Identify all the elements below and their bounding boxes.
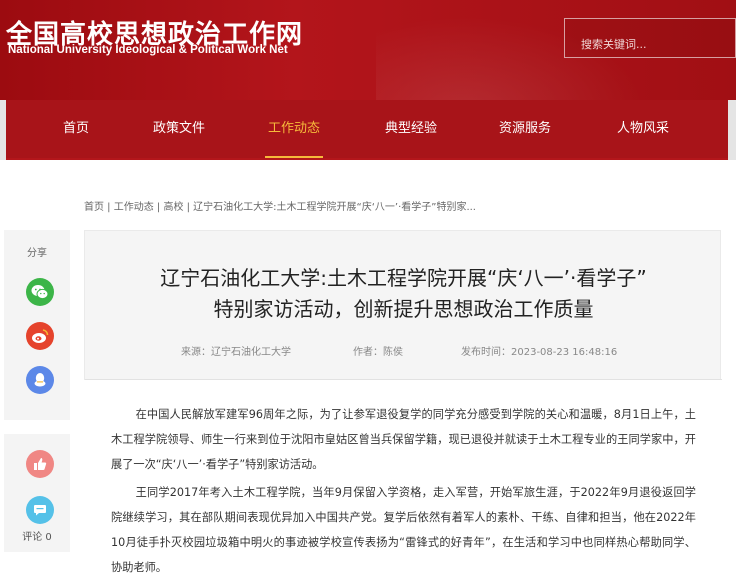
search-input[interactable] (564, 18, 736, 58)
wechat-icon (31, 285, 49, 300)
article-title-line-1: 辽宁石油化工大学:土木工程学院开展“庆‘八一’·看学子” (160, 266, 647, 290)
nav-item-experience[interactable]: 典型经验 (382, 100, 440, 158)
comment-count[interactable]: 评论 0 (4, 528, 70, 543)
paragraph-2-text: 王同学2017年考入土木工程学院，当年9月保留入学资格，走入军营，开始军旅生涯，… (111, 486, 696, 574)
article-paragraph: 王同学2017年考入土木工程学院，当年9月保留入学资格，走入军营，开始军旅生涯，… (111, 480, 696, 580)
nav-item-work-news[interactable]: 工作动态 (265, 100, 323, 158)
nav-right-edge (728, 100, 736, 160)
qq-icon (34, 373, 46, 387)
nav-item-resources[interactable]: 资源服务 (496, 100, 554, 158)
comment-button[interactable] (26, 496, 54, 524)
thumbs-up-icon (34, 458, 47, 470)
article-author: 作者：陈侯 (353, 347, 403, 358)
breadcrumb[interactable]: 首页 | 工作动态 | 高校 | 辽宁石油化工大学:土木工程学院开展“庆‘八一’… (84, 198, 476, 213)
weibo-share-button[interactable] (26, 322, 54, 350)
site-logo-en: National University Ideological & Politi… (8, 44, 288, 56)
nav-item-people[interactable]: 人物风采 (612, 100, 674, 158)
share-label: 分享 (27, 248, 47, 259)
action-panel: 评论 0 (4, 434, 70, 552)
nav-item-policy[interactable]: 政策文件 (148, 100, 210, 158)
main-nav: 首页 政策文件 工作动态 典型经验 资源服务 人物风采 (6, 100, 728, 158)
nav-item-home[interactable]: 首页 (56, 100, 96, 158)
wechat-share-button[interactable] (26, 278, 54, 306)
like-button[interactable] (26, 450, 54, 478)
article-source: 来源：辽宁石油化工大学 (181, 347, 291, 358)
comment-icon (34, 505, 46, 516)
paragraph-1-text: 在中国人民解放军建军96周年之际，为了让参军退役复学的同学充分感受到学院的关心和… (111, 408, 696, 471)
article-body: 在中国人民解放军建军96周年之际，为了让参军退役复学的同学充分感受到学院的关心和… (84, 380, 721, 580)
article-published-time: 发布时间：2023-08-23 16:48:16 (461, 347, 618, 358)
article-title: 辽宁石油化工大学:土木工程学院开展“庆‘八一’·看学子” 特别家访活动，创新提升… (85, 263, 722, 325)
weibo-icon (32, 329, 49, 343)
site-header: 全国高校思想政治工作网 National University Ideologi… (0, 0, 736, 100)
qq-share-button[interactable] (26, 366, 54, 394)
article-paragraph: 在中国人民解放军建军96周年之际，为了让参军退役复学的同学充分感受到学院的关心和… (111, 402, 696, 477)
share-panel: 分享 (4, 230, 70, 420)
article-title-line-2: 特别家访活动，创新提升思想政治工作质量 (213, 297, 594, 321)
